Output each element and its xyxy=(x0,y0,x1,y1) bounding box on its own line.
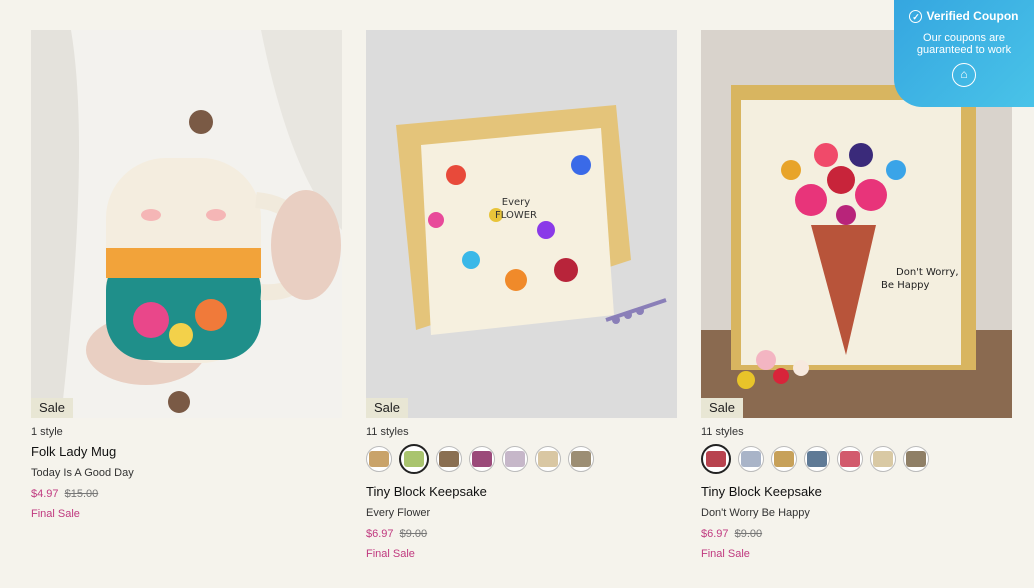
price: $6.97 $9.00 xyxy=(366,528,677,540)
swatch[interactable] xyxy=(837,446,863,472)
swatch[interactable] xyxy=(701,444,731,474)
swatch[interactable] xyxy=(399,444,429,474)
product-image-mug[interactable]: Sale xyxy=(31,30,342,418)
swatch[interactable] xyxy=(535,446,561,472)
coupon-line-1: Our coupons are xyxy=(923,32,1005,44)
swatch-thumbnail xyxy=(774,451,794,467)
svg-text:Don't Worry,: Don't Worry, xyxy=(896,267,959,278)
sale-badge: Sale xyxy=(366,398,409,418)
coupon-title: Verified Coupon xyxy=(926,9,1019,23)
product-card-folk-lady-mug[interactable]: Sale 1 style Folk Lady Mug Today Is A Go… xyxy=(31,30,342,560)
swatch-thumbnail xyxy=(571,451,591,467)
swatch[interactable] xyxy=(870,446,896,472)
swatch-thumbnail xyxy=(404,451,424,467)
swatch-thumbnail xyxy=(706,451,726,467)
sale-badge: Sale xyxy=(31,398,74,418)
product-variant: Every Flower xyxy=(366,507,431,519)
final-sale-label: Final Sale xyxy=(366,548,415,560)
swatch-thumbnail xyxy=(505,451,525,467)
swatch[interactable] xyxy=(903,446,929,472)
swatch[interactable] xyxy=(469,446,495,472)
swatch-thumbnail xyxy=(472,451,492,467)
sale-price: $4.97 xyxy=(31,488,59,500)
svg-text:Every: Every xyxy=(502,197,531,208)
swatch-thumbnail xyxy=(369,451,389,467)
swatch-thumbnail xyxy=(439,451,459,467)
original-price: $9.00 xyxy=(399,528,428,540)
check-icon: ✓ xyxy=(909,9,923,23)
final-sale-label: Final Sale xyxy=(31,508,80,520)
product-title[interactable]: Folk Lady Mug xyxy=(31,444,342,459)
style-count: 1 style xyxy=(31,426,63,438)
product-variant: Today Is A Good Day xyxy=(31,467,134,479)
original-price: $15.00 xyxy=(64,488,99,500)
price: $4.97 $15.00 xyxy=(31,488,342,500)
product-image-every-flower[interactable]: Every FLOWER Sale xyxy=(366,30,677,418)
coupon-subtitle: Our coupons are guaranteed to work xyxy=(894,32,1034,56)
swatch[interactable] xyxy=(804,446,830,472)
swatch[interactable] xyxy=(436,446,462,472)
swatch[interactable] xyxy=(771,446,797,472)
sale-price: $6.97 xyxy=(701,528,729,540)
swatch[interactable] xyxy=(738,446,764,472)
original-price: $9.00 xyxy=(734,528,763,540)
product-grid: Sale 1 style Folk Lady Mug Today Is A Go… xyxy=(31,30,1012,560)
swatch-thumbnail xyxy=(741,451,761,467)
svg-text:Be Happy: Be Happy xyxy=(881,280,930,291)
swatch-thumbnail xyxy=(840,451,860,467)
swatch[interactable] xyxy=(568,446,594,472)
product-card-dont-worry[interactable]: Don't Worry, Be Happy Sale 11 styles Tin… xyxy=(701,30,1012,560)
swatch-list xyxy=(366,444,677,474)
verified-coupon-badge[interactable]: ✓ Verified Coupon Our coupons are guaran… xyxy=(894,0,1034,107)
home-icon[interactable]: ⌂ xyxy=(952,63,976,87)
product-card-every-flower[interactable]: Every FLOWER Sale 11 styles Tiny Block K… xyxy=(366,30,677,560)
sale-price: $6.97 xyxy=(366,528,394,540)
sale-badge: Sale xyxy=(701,398,744,418)
swatch-thumbnail xyxy=(807,451,827,467)
swatch-list xyxy=(701,444,1012,474)
style-count: 11 styles xyxy=(366,426,409,438)
coupon-line-2: guaranteed to work xyxy=(916,44,1012,56)
swatch[interactable] xyxy=(502,446,528,472)
swatch-thumbnail xyxy=(906,451,926,467)
swatch-thumbnail xyxy=(873,451,893,467)
swatch[interactable] xyxy=(366,446,392,472)
final-sale-label: Final Sale xyxy=(701,548,750,560)
coupon-header: ✓ Verified Coupon xyxy=(894,9,1034,23)
product-title[interactable]: Tiny Block Keepsake xyxy=(701,484,1012,499)
price: $6.97 $9.00 xyxy=(701,528,1012,540)
product-variant: Don't Worry Be Happy xyxy=(701,507,810,519)
style-count: 11 styles xyxy=(701,426,744,438)
svg-text:FLOWER: FLOWER xyxy=(495,210,537,221)
product-title[interactable]: Tiny Block Keepsake xyxy=(366,484,677,499)
swatch-thumbnail xyxy=(538,451,558,467)
